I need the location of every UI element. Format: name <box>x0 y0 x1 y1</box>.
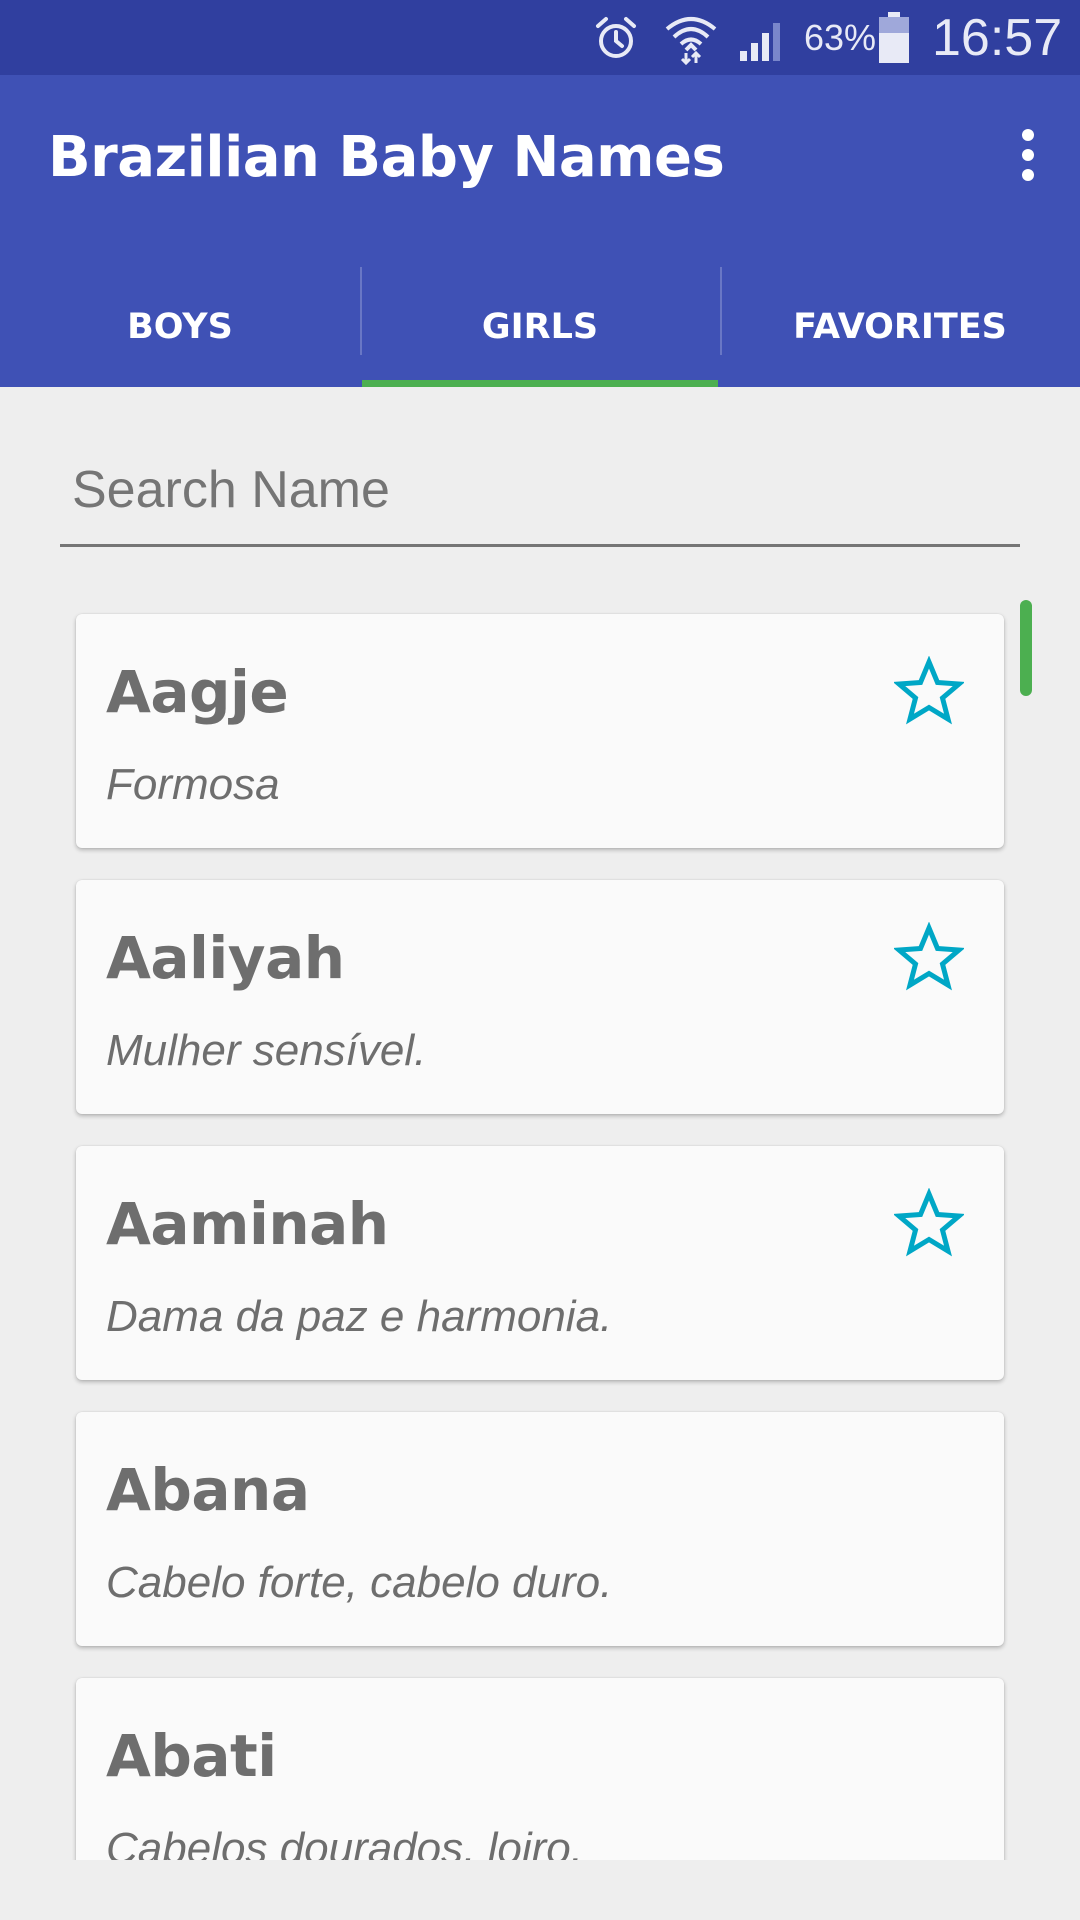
name-meaning: Cabelos dourados, loiro. <box>106 1824 583 1860</box>
list-item[interactable]: Aaliyah Mulher sensível. <box>76 880 1004 1114</box>
signal-icon <box>738 0 788 75</box>
star-outline-icon[interactable] <box>894 1188 964 1258</box>
tab-favorites[interactable]: FAVORITES <box>720 267 1080 387</box>
tab-boys[interactable]: BOYS <box>0 267 360 387</box>
name-title: Abana <box>106 1456 310 1524</box>
status-time: 16:57 <box>932 8 1063 67</box>
name-meaning: Cabelo forte, cabelo duro. <box>106 1558 613 1607</box>
star-outline-icon[interactable] <box>894 656 964 726</box>
alarm-icon <box>592 0 640 75</box>
tab-bar: BOYS GIRLS FAVORITES <box>0 267 1080 387</box>
names-list[interactable]: Aagje Formosa Aaliyah Mulher sensível. A… <box>0 612 1080 1860</box>
name-title: Aaliyah <box>106 924 345 992</box>
list-item[interactable]: Abati Cabelos dourados, loiro. <box>76 1678 1004 1860</box>
bottom-margin <box>0 1860 1080 1920</box>
star-outline-icon[interactable] <box>894 922 964 992</box>
name-title: Aaminah <box>106 1190 389 1258</box>
app-title: Brazilian Baby Names <box>48 125 725 190</box>
tab-boys-label: BOYS <box>127 307 233 347</box>
list-scrollbar[interactable] <box>1020 600 1032 696</box>
status-bar: 63% 16:57 <box>0 0 1080 75</box>
tab-favorites-label: FAVORITES <box>793 307 1007 347</box>
search-field-container <box>60 440 1020 547</box>
battery-icon <box>878 0 910 75</box>
tab-girls-label: GIRLS <box>481 307 599 347</box>
list-item[interactable]: Abana Cabelo forte, cabelo duro. <box>76 1412 1004 1646</box>
name-title: Abati <box>106 1722 277 1790</box>
overflow-menu-button[interactable] <box>996 115 1060 195</box>
name-meaning: Mulher sensível. <box>106 1026 427 1075</box>
list-item[interactable]: Aaminah Dama da paz e harmonia. <box>76 1146 1004 1380</box>
tab-girls[interactable]: GIRLS <box>360 267 720 387</box>
app-bar: Brazilian Baby Names BOYS GIRLS FAVORITE… <box>0 75 1080 387</box>
more-vert-icon <box>1022 129 1034 181</box>
battery-percent: 63% <box>804 16 877 58</box>
name-title: Aagje <box>106 658 289 726</box>
search-input[interactable] <box>60 440 1020 540</box>
list-item[interactable]: Aagje Formosa <box>76 614 1004 848</box>
screen: 63% 16:57 Brazilian Baby Names BOYS GIRL… <box>0 0 1080 1920</box>
name-meaning: Dama da paz e harmonia. <box>106 1292 613 1341</box>
wifi-icon <box>664 0 718 75</box>
name-meaning: Formosa <box>106 760 280 809</box>
